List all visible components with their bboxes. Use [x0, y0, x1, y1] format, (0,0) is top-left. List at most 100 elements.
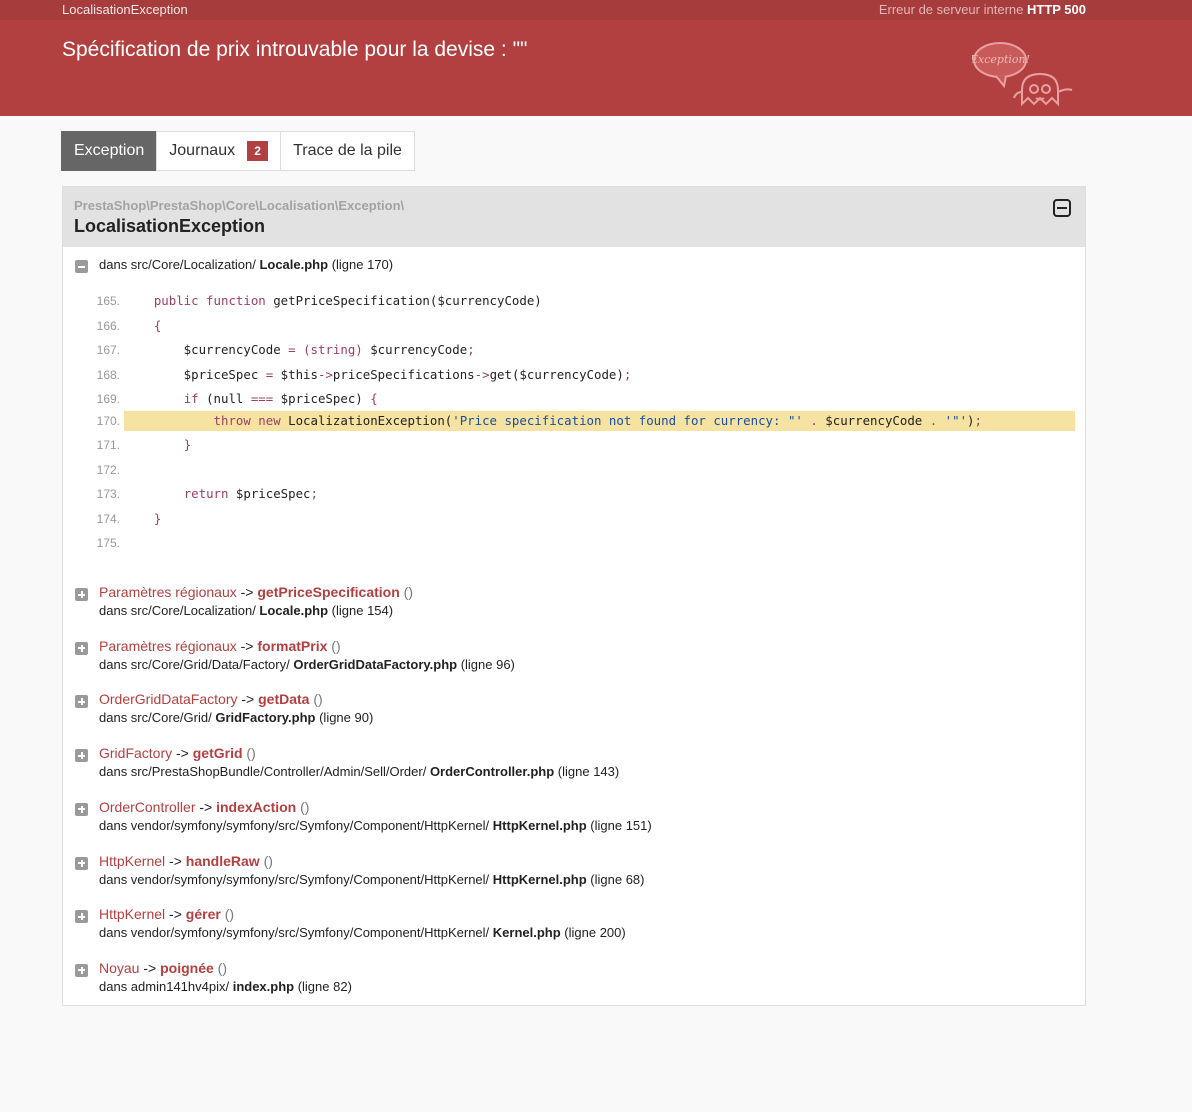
frame-dir: dans src/Core/Grid/	[99, 710, 216, 726]
stack-frame: HttpKernel -> handleRaw () dans vendor/sy…	[63, 853, 1085, 903]
frame-method: getPriceSpecification	[257, 584, 400, 600]
frame-signature[interactable]: OrderController -> indexAction ()	[99, 799, 309, 815]
code-text: }	[153, 511, 162, 526]
code-line: 174. }	[63, 509, 1085, 529]
stack-frame: Paramètres régionaux -> getPriceSpecific…	[63, 584, 1085, 634]
exception-namespace: PrestaShop\PrestaShop\Core\Localisation\…	[74, 198, 405, 213]
frame-dir: dans src/Core/Localization/	[99, 603, 260, 618]
frame-class: OrderGridDataFactory	[99, 691, 238, 708]
page-title: Spécification de prix introuvable pour l…	[62, 38, 528, 61]
location-file: Locale.php	[259, 257, 329, 272]
frame-location: dans vendor/symfony/symfony/src/Symfony/…	[99, 818, 652, 833]
line-number: 165.	[96, 294, 120, 308]
location-line: (ligne 170)	[331, 257, 394, 272]
frame-dir: dans vendor/symfony/symfony/src/Symfony/…	[99, 871, 493, 887]
frame-method: getGrid	[192, 745, 243, 762]
http-status: Erreur de serveur interne HTTP 500	[879, 2, 1086, 17]
line-number: 168.	[96, 367, 120, 382]
tab-stack-trace[interactable]: Trace de la pile	[280, 131, 415, 171]
exception-location: dans src/Core/Localization/ Locale.php (…	[99, 257, 393, 272]
stack-frame: OrderGridDataFactory -> getData () dans s…	[63, 691, 1085, 741]
status-code: HTTP 500	[1026, 2, 1086, 17]
tab-logs[interactable]: Journaux 2	[156, 131, 282, 171]
stack-frame: HttpKernel -> gérer () dans vendor/symfon…	[63, 906, 1085, 956]
code-line: 171. }	[63, 435, 1085, 455]
frame-signature[interactable]: Paramètres régionaux -> getPriceSpecific…	[99, 584, 413, 600]
code-text: {	[153, 317, 162, 333]
line-number: 167.	[96, 343, 120, 357]
frame-args: ()	[242, 745, 256, 762]
frame-args: ()	[259, 852, 273, 869]
tab-bar: Exception Journaux 2 Trace de la pile	[61, 131, 415, 171]
frame-signature[interactable]: GridFactory -> getGrid ()	[99, 745, 256, 761]
code-text: $currencyCode = (string) $currencyCode;	[124, 342, 475, 357]
tab-exception-label: Exception	[74, 142, 145, 159]
frame-class: HttpKernel	[99, 852, 166, 869]
frame-dir: dans vendor/symfony/symfony/src/Symfony/…	[99, 817, 493, 833]
frame-line: (ligne 200)	[560, 925, 626, 941]
frame-method: gérer	[185, 906, 221, 923]
frame-arrow: ->	[237, 691, 259, 708]
tab-exception[interactable]: Exception	[61, 131, 158, 171]
frame-dir: dans vendor/symfony/symfony/src/Symfony/…	[99, 925, 493, 941]
frame-location: dans admin141hv4pix/ index.php (ligne 82…	[99, 979, 352, 994]
frame-file: OrderController.php	[429, 764, 555, 780]
frame-location: dans src/Core/Localization/ Locale.php (…	[99, 603, 393, 618]
frame-line: (ligne 151)	[586, 817, 652, 833]
frame-signature[interactable]: HttpKernel -> gérer ()	[99, 906, 234, 922]
frame-arrow: ->	[236, 584, 258, 600]
frame-args: ()	[327, 637, 341, 654]
frame-location: dans src/Core/Grid/Data/Factory/ OrderGr…	[99, 657, 515, 672]
ghost-bubble-text: Exception!	[972, 53, 1030, 66]
frame-dir: dans admin141hv4pix/	[99, 978, 233, 994]
frame-method: handleRaw	[185, 852, 260, 869]
frame-signature[interactable]: OrderGridDataFactory -> getData ()	[99, 691, 323, 707]
collapse-panel-button[interactable]	[1053, 199, 1071, 217]
code-line-highlighted: 170. throw new LocalizationException('Pr…	[63, 411, 1085, 431]
frame-line: (ligne 154)	[328, 603, 394, 618]
exception-class-label: LocalisationException	[62, 2, 188, 17]
tab-logs-label: Journaux	[169, 142, 236, 159]
stack-frame: GridFactory -> getGrid () dans src/Presta…	[63, 745, 1085, 795]
stack-frame: Noyau -> poignée () dans admin141hv4pix/ …	[63, 960, 1085, 1010]
code-text: throw new LocalizationException('Price s…	[124, 411, 1075, 431]
exception-panel: PrestaShop\PrestaShop\Core\Localisation\…	[62, 186, 1086, 1006]
frame-line: (ligne 143)	[554, 764, 620, 780]
frame-line: (ligne 82)	[294, 978, 352, 994]
code-line: 173. return $priceSpec;	[63, 484, 1085, 504]
frame-class: GridFactory	[99, 745, 173, 762]
code-line: 175.	[63, 533, 1085, 553]
frame-arrow: ->	[165, 906, 186, 923]
stack-frame: OrderController -> indexAction () dans ve…	[63, 799, 1085, 849]
location-dir: dans src/Core/Localization/	[99, 257, 256, 272]
code-text: return $priceSpec;	[183, 486, 318, 501]
frame-location: dans vendor/symfony/symfony/src/Symfony/…	[99, 925, 626, 940]
frame-signature[interactable]: Noyau -> poignée ()	[99, 960, 227, 976]
frame-class: Paramètres régionaux	[99, 584, 237, 600]
line-number: 169.	[96, 392, 120, 406]
frame-signature[interactable]: HttpKernel -> handleRaw ()	[99, 853, 273, 869]
code-text: }	[183, 437, 192, 452]
line-number: 172.	[96, 463, 120, 477]
frame-class: Noyau	[99, 959, 140, 976]
code-line: 167. $currencyCode = (string) $currencyC…	[63, 340, 1085, 360]
collapse-frame-icon[interactable]	[75, 260, 88, 273]
code-line: 172.	[63, 460, 1085, 480]
frame-location: dans src/PrestaShopBundle/Controller/Adm…	[99, 764, 619, 779]
frame-method: getData	[258, 691, 310, 708]
frame-arrow: ->	[172, 745, 193, 762]
frame-line: (ligne 96)	[457, 656, 515, 672]
status-prefix: Erreur de serveur interne	[878, 2, 1024, 17]
line-number: 170.	[96, 414, 120, 428]
logs-count-badge: 2	[247, 141, 269, 161]
frame-class: Paramètres régionaux	[99, 637, 237, 654]
frame-signature[interactable]: Paramètres régionaux -> formatPrix ()	[99, 638, 341, 654]
frame-file: index.php	[232, 978, 295, 994]
frame-arrow: ->	[236, 637, 258, 654]
frame-args: ()	[220, 906, 235, 923]
frame-dir: dans src/Core/Grid/Data/Factory/	[99, 656, 294, 672]
frame-file: Kernel.php	[492, 925, 561, 941]
frame-file: HttpKernel.php	[492, 871, 587, 887]
